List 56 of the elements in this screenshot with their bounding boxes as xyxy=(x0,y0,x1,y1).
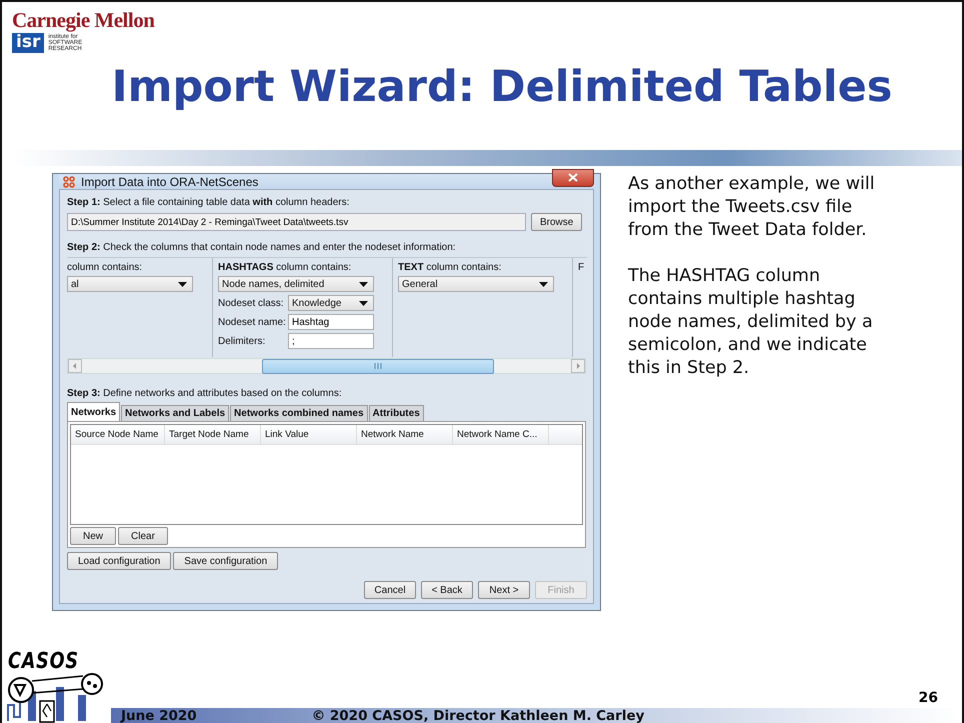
column-header[interactable]: Target Node Name xyxy=(165,425,261,444)
scrollbar-thumb[interactable] xyxy=(262,358,494,374)
configuration-button[interactable]: Save configuration xyxy=(173,552,278,570)
column-header[interactable]: Source Node Name xyxy=(71,425,165,444)
type-dropdown[interactable]: Node names, delimited xyxy=(218,276,374,292)
note-paragraph: The HASHTAG column contains multiple hashtag node names, delimited by a semicolon, and we indicate this in Step 2. xyxy=(628,265,874,380)
note-paragraph: As another example, we will import the Tweets.csv file from the Tweet Data folder. xyxy=(628,173,876,242)
column-header[interactable]: Network Name C... xyxy=(453,425,549,444)
wizard-nav-button[interactable]: < Back xyxy=(421,581,473,599)
table-action-button[interactable]: New xyxy=(70,527,116,545)
field-label: Nodeset name: xyxy=(218,316,286,328)
close-icon xyxy=(568,173,578,182)
column-heading: TEXT column contains: xyxy=(398,262,502,273)
wizard-nav-button[interactable]: Next > xyxy=(478,581,530,599)
file-path-field[interactable]: D:\Summer Institute 2014\Day 2 - Reminga\Tweet Data\tweets.tsv xyxy=(67,213,526,231)
close-button[interactable] xyxy=(552,168,594,186)
column-header[interactable]: Network Name xyxy=(357,425,453,444)
footer-copyright: © 2020 CASOS, Director Kathleen M. Carley xyxy=(312,709,644,723)
university-logo-text: Carnegie Mellon xyxy=(12,10,154,31)
tab[interactable]: Networks xyxy=(67,402,120,421)
horizontal-scrollbar[interactable] xyxy=(67,358,586,374)
page-number: 26 xyxy=(918,690,938,706)
column-header[interactable]: Link Value xyxy=(261,425,357,444)
tab[interactable]: Networks and Labels xyxy=(121,405,230,421)
tab[interactable]: Attributes xyxy=(368,405,424,421)
step-instruction: Step 1: Select a file containing table data with column headers: xyxy=(67,196,350,209)
footer-date: June 2020 xyxy=(121,709,197,723)
institute-logo-mark: isr xyxy=(12,33,44,53)
dropdown-arrow-icon xyxy=(178,282,187,286)
type-dropdown[interactable]: al xyxy=(67,276,193,292)
dialog-title: Import Data into ORA-NetScenes xyxy=(81,174,258,188)
type-dropdown[interactable]: General xyxy=(398,276,554,292)
dropdown-arrow-icon xyxy=(539,282,548,286)
dropdown-arrow-icon xyxy=(359,282,368,286)
tab[interactable]: Networks combined names xyxy=(230,405,368,421)
casos-logo-text: CASOS xyxy=(8,651,80,673)
column-heading: column contains: xyxy=(67,262,144,273)
step-instruction: Step 2: Check the columns that contain node names and enter the nodeset information: xyxy=(67,241,457,254)
network-icon xyxy=(63,176,75,188)
browse-button[interactable]: Browse xyxy=(531,213,582,231)
slide-title: Import Wizard: Delimited Tables xyxy=(110,62,894,112)
configuration-button[interactable]: Load configuration xyxy=(67,552,172,570)
dropdown-arrow-icon xyxy=(359,300,368,306)
column-heading: F xyxy=(578,262,586,273)
nodeset-class-dropdown[interactable]: Knowledge xyxy=(288,295,374,311)
input-field[interactable]: Hashtag xyxy=(288,314,374,330)
field-label: Nodeset class: xyxy=(218,298,285,308)
scroll-left-icon[interactable] xyxy=(68,359,82,373)
table-action-button[interactable]: Clear xyxy=(118,527,168,545)
input-field[interactable]: ; xyxy=(288,333,374,349)
grip-icon xyxy=(374,363,382,369)
wizard-nav-button[interactable]: Cancel xyxy=(364,581,416,599)
step-instruction: Step 3: Define networks and attributes based on the columns: xyxy=(67,387,343,400)
field-label: Delimiters: xyxy=(218,336,266,346)
column-heading: HASHTAGS column contains: xyxy=(218,262,352,273)
scroll-right-icon[interactable] xyxy=(571,359,585,373)
